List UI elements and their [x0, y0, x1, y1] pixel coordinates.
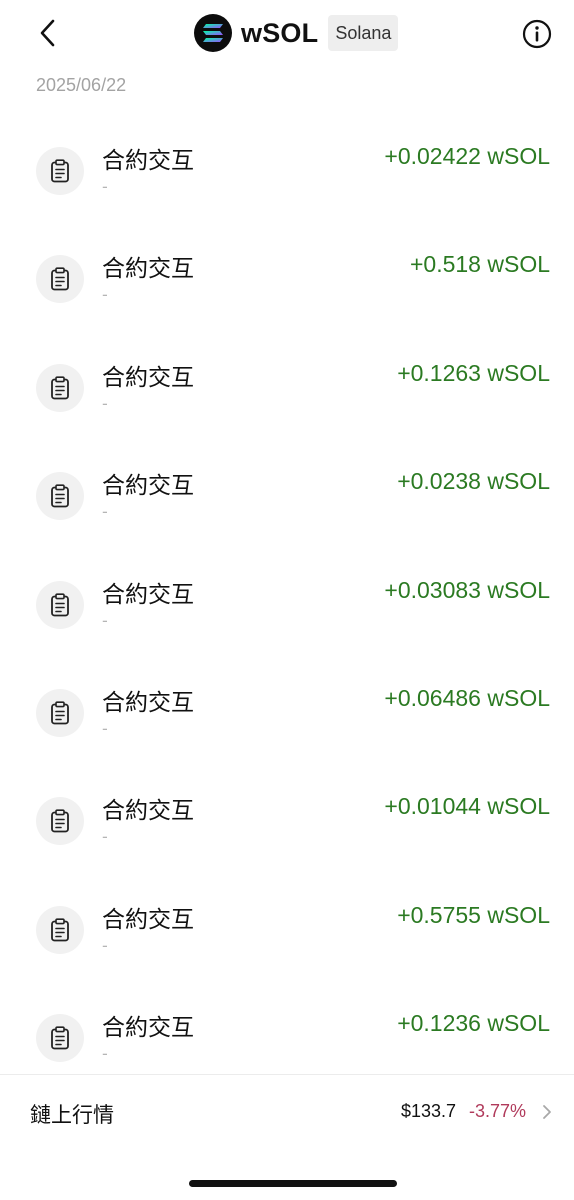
app-header: wSOL Solana — [0, 0, 574, 66]
transaction-title: 合約交互 — [102, 1015, 194, 1042]
clipboard-icon — [36, 905, 84, 954]
transaction-title: 合約交互 — [102, 148, 194, 174]
transaction-list: 合約交互 - +0.02422 wSOL 合約交互 - +0.518 wSOL 合約交互 - +… — [0, 111, 574, 1087]
transaction-amount: +0.5755 wSOL — [397, 901, 550, 928]
token-symbol: wSOL — [241, 17, 319, 48]
transaction-row[interactable]: 合約交互 - +0.518 wSOL — [0, 219, 574, 327]
clipboard-icon — [36, 797, 84, 846]
transaction-amount: +0.0238 wSOL — [397, 468, 550, 495]
transaction-title: 合約交互 — [102, 364, 194, 391]
onchain-market-row[interactable]: 鏈上行情 $133.7 -3.77% — [0, 1075, 574, 1149]
transaction-title: 合約交互 — [102, 256, 194, 283]
transaction-subtitle: - — [102, 610, 108, 630]
price-change: -3.77% — [469, 1101, 527, 1121]
transaction-amount: +0.03083 wSOL — [384, 576, 550, 603]
bottom-bar: 鏈上行情 $133.7 -3.77% — [0, 1074, 574, 1200]
transaction-amount: +0.1236 wSOL — [397, 1010, 550, 1037]
info-button[interactable] — [521, 18, 553, 50]
home-indicator — [189, 1180, 397, 1187]
transaction-row[interactable]: 合約交互 - +0.5755 wSOL — [0, 870, 574, 978]
token-title: wSOL Solana — [194, 13, 399, 53]
transaction-subtitle: - — [102, 1044, 108, 1064]
clipboard-icon — [36, 255, 84, 304]
transaction-subtitle: - — [102, 718, 108, 738]
transaction-subtitle: - — [102, 177, 108, 196]
transaction-row[interactable]: 合約交互 - +0.06486 wSOL — [0, 653, 574, 761]
transaction-subtitle: - — [102, 285, 108, 305]
transaction-amount: +0.06486 wSOL — [384, 684, 550, 711]
transaction-subtitle: - — [102, 393, 108, 413]
transaction-title: 合約交互 — [102, 581, 194, 608]
date-group-header: 2025/06/22 — [36, 75, 127, 95]
market-label: 鏈上行情 — [30, 1103, 114, 1127]
token-price: $133.7 — [401, 1101, 457, 1121]
clipboard-icon — [36, 1014, 84, 1063]
clipboard-icon — [36, 688, 84, 737]
transaction-row[interactable]: 合約交互 - +0.1263 wSOL — [0, 328, 574, 436]
chevron-right-icon — [543, 1105, 551, 1119]
transaction-amount: +0.01044 wSOL — [384, 793, 550, 820]
transaction-row[interactable]: 合約交互 - +0.02422 wSOL — [0, 111, 574, 219]
clipboard-icon — [36, 472, 84, 521]
transaction-row[interactable]: 合約交互 - +0.01044 wSOL — [0, 761, 574, 869]
transaction-title: 合約交互 — [102, 689, 194, 716]
transaction-amount: +0.02422 wSOL — [384, 143, 550, 169]
transaction-amount: +0.1263 wSOL — [397, 359, 550, 386]
transaction-subtitle: - — [102, 827, 108, 847]
transaction-subtitle: - — [102, 502, 108, 522]
transaction-row[interactable]: 合約交互 - +0.1236 wSOL — [0, 978, 574, 1086]
clipboard-icon — [36, 363, 84, 412]
transaction-title: 合約交互 — [102, 798, 194, 825]
transaction-row[interactable]: 合約交互 - +0.0238 wSOL — [0, 436, 574, 544]
transaction-row[interactable]: 合約交互 - +0.03083 wSOL — [0, 545, 574, 653]
back-button[interactable] — [30, 14, 66, 52]
clipboard-icon — [36, 580, 84, 629]
transaction-amount: +0.518 wSOL — [409, 251, 550, 278]
transaction-subtitle: - — [102, 935, 108, 955]
chevron-left-icon — [40, 19, 55, 47]
clipboard-icon — [36, 147, 84, 195]
transaction-title: 合約交互 — [102, 906, 194, 933]
solana-logo-icon — [194, 14, 232, 52]
info-circle-icon — [522, 19, 552, 49]
transaction-title: 合約交互 — [102, 473, 194, 500]
chain-badge: Solana — [328, 15, 399, 51]
